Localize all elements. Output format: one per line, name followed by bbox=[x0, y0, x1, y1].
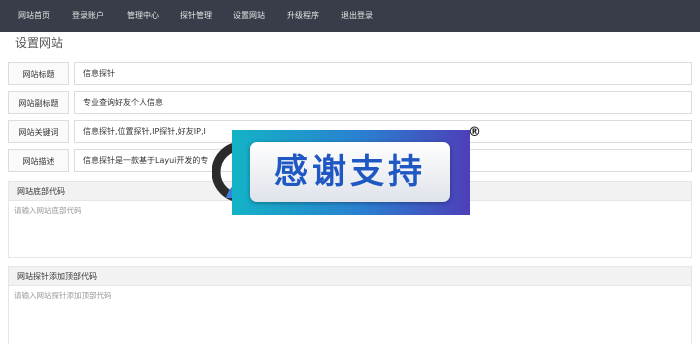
site-keywords-label: 网站关键词 bbox=[8, 120, 69, 143]
nav-item-home[interactable]: 网站首页 bbox=[18, 0, 50, 32]
page-title: 设置网站 bbox=[15, 36, 64, 50]
registered-mark: ® bbox=[468, 125, 481, 140]
probe-head-code-textarea[interactable]: 请输入网站探针添加顶部代码 bbox=[9, 286, 691, 344]
site-subtitle-input[interactable]: 专业查询好友个人信息 bbox=[74, 91, 692, 114]
thanks-banner: 感谢支持 bbox=[232, 130, 470, 215]
nav-item-login[interactable]: 登录账户 bbox=[72, 0, 104, 32]
site-description-label: 网站描述 bbox=[8, 149, 69, 172]
site-title-row: 网站标题 信息探针 bbox=[8, 62, 692, 85]
nav-item-upgrade[interactable]: 升级程序 bbox=[287, 0, 319, 32]
probe-head-code-label: 网站探针添加顶部代码 bbox=[9, 267, 691, 286]
top-nav-bar: 网站首页 登录账户 管理中心 探针管理 设置网站 升级程序 退出登录 bbox=[0, 0, 700, 32]
probe-head-code-block: 网站探针添加顶部代码 请输入网站探针添加顶部代码 bbox=[8, 266, 692, 344]
nav-item-admin[interactable]: 管理中心 bbox=[127, 0, 159, 32]
nav-item-site-settings[interactable]: 设置网站 bbox=[233, 0, 265, 32]
site-title-label: 网站标题 bbox=[8, 62, 69, 85]
probe-head-code-placeholder: 请输入网站探针添加顶部代码 bbox=[14, 291, 112, 300]
site-subtitle-label: 网站副标题 bbox=[8, 91, 69, 114]
thanks-banner-text: 感谢支持 bbox=[250, 142, 450, 202]
site-subtitle-row: 网站副标题 专业查询好友个人信息 bbox=[8, 91, 692, 114]
site-title-input[interactable]: 信息探针 bbox=[74, 62, 692, 85]
nav-item-probe-manage[interactable]: 探针管理 bbox=[180, 0, 212, 32]
footer-code-placeholder: 请输入网站底部代码 bbox=[14, 206, 82, 215]
nav-item-logout[interactable]: 退出登录 bbox=[341, 0, 373, 32]
